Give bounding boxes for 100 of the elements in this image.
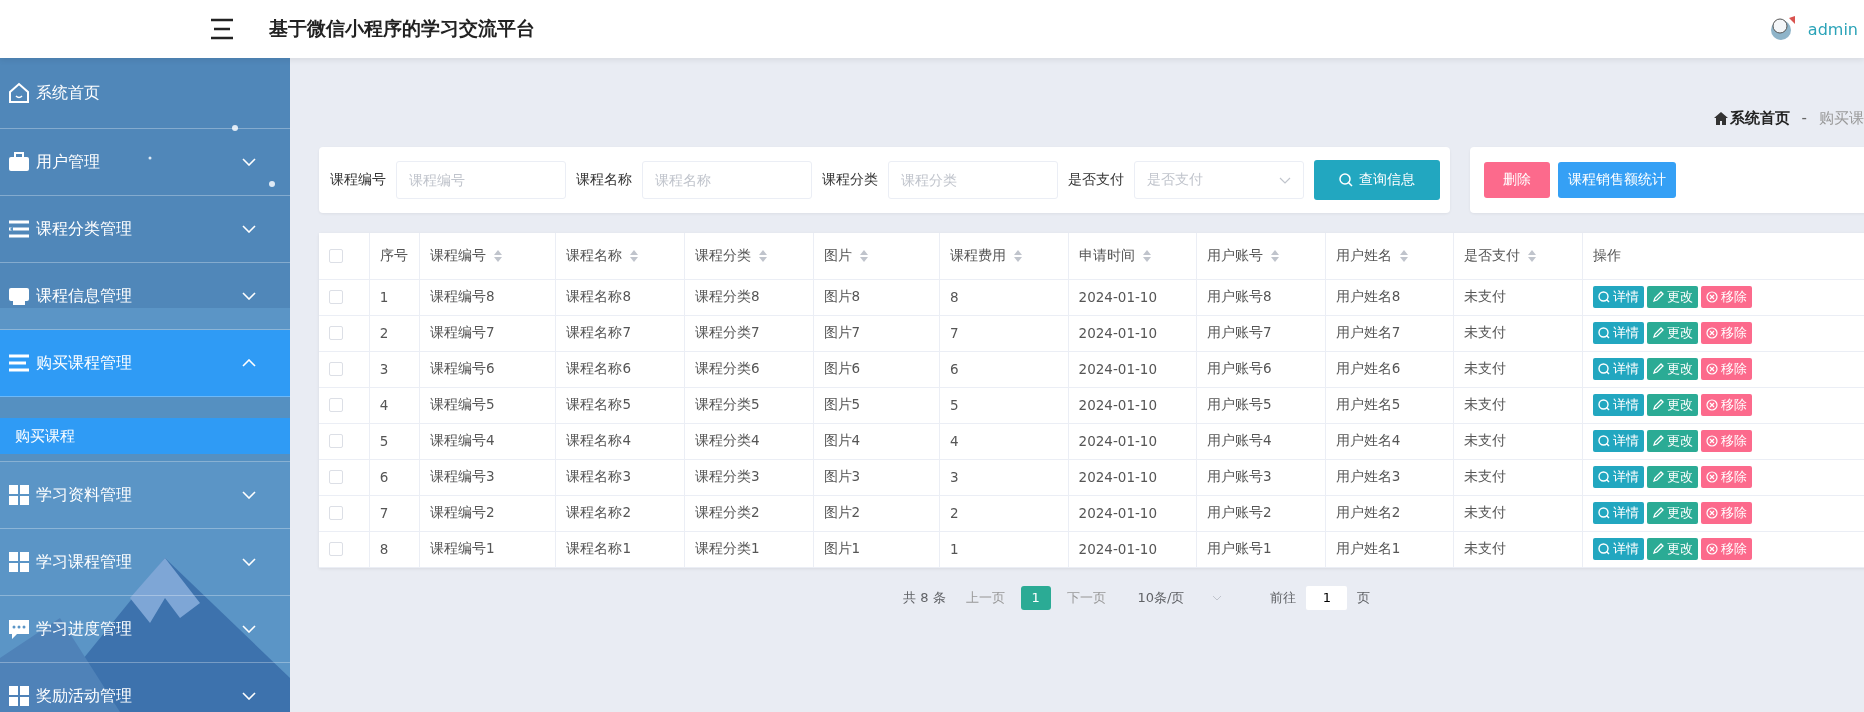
table-cell: 7 [939,315,1069,351]
checkbox[interactable] [329,542,343,556]
edit-button[interactable]: 更改 [1646,394,1698,416]
checkbox[interactable] [329,434,343,448]
sidebar-item[interactable]: 学习课程管理 [0,529,290,596]
edit-button[interactable]: 更改 [1646,502,1698,524]
column-header[interactable]: 课程名称 [555,233,685,279]
breadcrumb-item[interactable]: 系统首页 [1729,108,1790,128]
details-button[interactable]: 详情 [1592,538,1644,560]
column-header[interactable]: 课程费用 [939,233,1069,279]
briefcase-icon [8,151,30,173]
column-header[interactable]: 课程编号 [419,233,556,279]
select-field[interactable]: 是否支付 [1134,161,1304,199]
remove-button[interactable]: 移除 [1700,466,1752,488]
column-header[interactable]: 操作 [1582,233,1864,279]
goto-label: 前往 [1270,588,1297,607]
pencil-icon [1651,399,1664,411]
home-icon [8,82,30,104]
checkbox[interactable] [329,470,343,484]
page-size-select[interactable]: 10条/页 [1137,588,1223,607]
page-button[interactable]: 1 [1020,585,1051,610]
column-header[interactable]: 课程分类 [684,233,814,279]
table-cell: 课程分类8 [684,279,814,315]
details-button[interactable]: 详情 [1592,430,1644,452]
table-cell: 课程名称8 [555,279,685,315]
table-cell: 用户账号7 [1196,315,1326,351]
details-button[interactable]: 详情 [1592,358,1644,380]
column-header[interactable]: 是否支付 [1453,233,1583,279]
table-cell: 5 [369,423,420,459]
input-field[interactable]: 课程名称 [642,161,812,199]
details-button[interactable]: 详情 [1592,502,1644,524]
column-header[interactable]: 用户账号 [1196,233,1326,279]
input-field[interactable]: 课程编号 [396,161,566,199]
column-header[interactable]: 申请时间 [1068,233,1197,279]
details-button[interactable]: 详情 [1592,466,1644,488]
statistics-button[interactable]: 课程销售额统计 [1558,162,1676,198]
table-cell: 1 [369,279,420,315]
checkbox[interactable] [329,398,343,412]
search-button[interactable]: 查询信息 [1314,160,1440,200]
table-cell: 图片6 [813,351,940,387]
checkbox[interactable] [329,506,343,520]
remove-button[interactable]: 移除 [1700,358,1752,380]
table-cell: 课程分类1 [684,531,814,567]
table-cell: 课程分类7 [684,315,814,351]
table-cell: 1 [939,531,1069,567]
column-header[interactable]: 图片 [813,233,940,279]
checkbox[interactable] [329,362,343,376]
close-circle-icon [1705,543,1718,555]
page-input[interactable]: 1 [1306,585,1348,610]
table-cell: 4 [939,423,1069,459]
table-cell: 2024-01-10 [1068,495,1197,531]
input-field[interactable]: 课程分类 [888,161,1058,199]
edit-button[interactable]: 更改 [1646,286,1698,308]
field-label: 课程名称 [576,171,632,189]
total-count: 共 8 条 [903,588,946,607]
checkbox[interactable] [329,290,343,304]
edit-button[interactable]: 更改 [1646,322,1698,344]
close-circle-icon [1705,507,1718,519]
edit-button[interactable]: 更改 [1646,358,1698,380]
close-circle-icon [1705,291,1718,303]
delete-button[interactable]: 删除 [1484,162,1550,198]
remove-button[interactable]: 移除 [1700,322,1752,344]
menu-icon[interactable] [209,18,235,40]
checkbox[interactable] [329,248,343,263]
table-cell: 用户账号1 [1196,531,1326,567]
remove-button[interactable]: 移除 [1700,538,1752,560]
details-button[interactable]: 详情 [1592,394,1644,416]
sidebar-item[interactable]: 学习进度管理 [0,596,290,663]
close-circle-icon [1705,435,1718,447]
pencil-icon [1651,507,1664,519]
table-cell: 课程编号4 [419,423,556,459]
remove-button[interactable]: 移除 [1700,394,1752,416]
table-cell: 5 [939,387,1069,423]
edit-button[interactable]: 更改 [1646,538,1698,560]
app-title: 基于微信小程序的学习交流平台 [269,16,535,41]
sidebar-item[interactable]: 学习资料管理 [0,462,290,529]
pencil-icon [1651,471,1664,483]
edit-button[interactable]: 更改 [1646,466,1698,488]
breadcrumb-item[interactable]: 购买课 [1819,108,1864,128]
table-cell: 3 [369,351,420,387]
sidebar-item[interactable]: 用户管理 [0,129,290,196]
remove-button[interactable]: 移除 [1700,502,1752,524]
table-cell: 课程名称7 [555,315,685,351]
table-cell: 用户账号8 [1196,279,1326,315]
checkbox[interactable] [329,326,343,340]
table-cell: 未支付 [1453,495,1583,531]
list-icon [8,352,30,374]
column-header[interactable]: 用户姓名 [1325,233,1454,279]
table-cell: 课程编号1 [419,531,556,567]
column-header[interactable]: 序号 [369,233,420,279]
close-circle-icon [1705,327,1718,339]
submenu-item[interactable]: 购买课程 [0,418,290,454]
remove-button[interactable]: 移除 [1700,430,1752,452]
details-button[interactable]: 详情 [1592,286,1644,308]
user-name[interactable]: admin [1807,19,1858,39]
sidebar-item[interactable]: 购买课程管理 [0,330,290,397]
details-button[interactable]: 详情 [1592,322,1644,344]
remove-button[interactable]: 移除 [1700,286,1752,308]
table-cell: 2 [939,495,1069,531]
edit-button[interactable]: 更改 [1646,430,1698,452]
